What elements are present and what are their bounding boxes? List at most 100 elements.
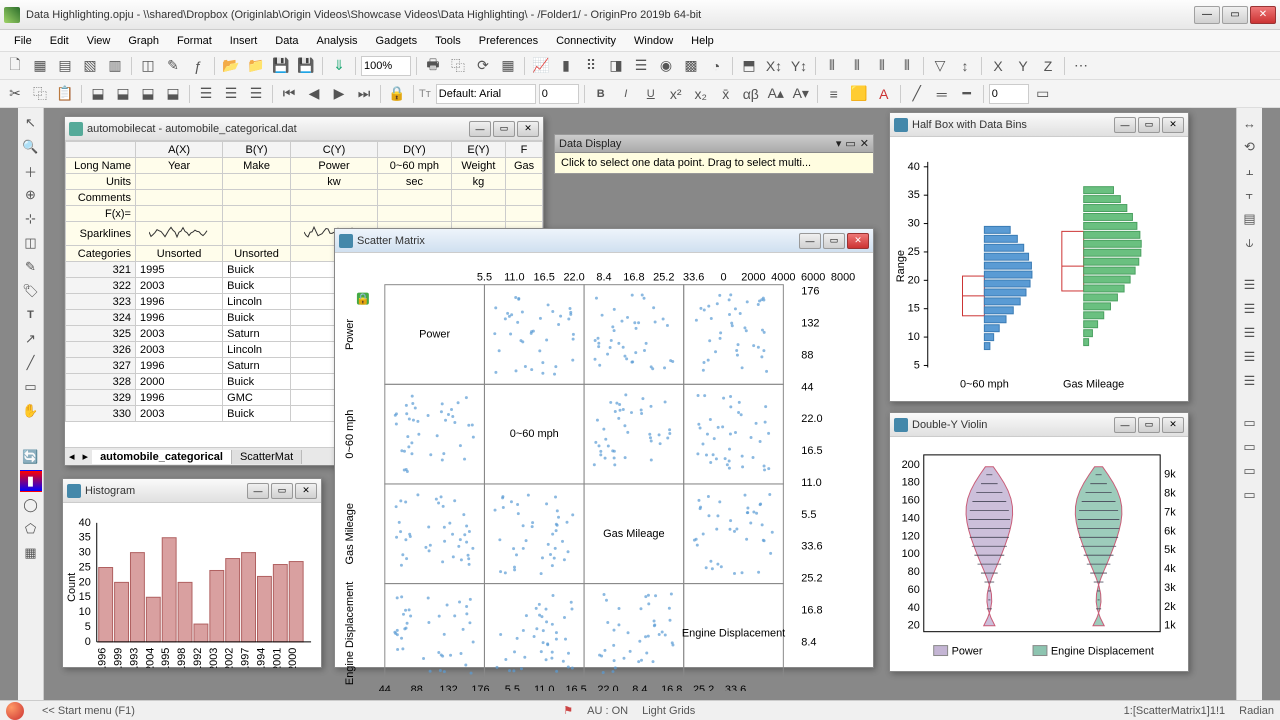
r-shape3-icon[interactable]: ▭ [1239, 460, 1261, 482]
rotate-icon[interactable]: 🔄 [20, 446, 42, 468]
new-workbook-icon[interactable]: ▦ [29, 55, 51, 77]
plot-bar-icon[interactable]: ▮ [555, 55, 577, 77]
zoom-tool-icon[interactable]: 🔍 [20, 136, 42, 158]
pan-tool-icon[interactable]: ✋ [20, 400, 42, 422]
stats3-icon[interactable]: ⫴ [871, 55, 893, 77]
new-matrix-icon[interactable]: ▤ [54, 55, 76, 77]
rect-tool-icon[interactable]: ▭ [20, 376, 42, 398]
import1-icon[interactable]: ⬓ [87, 83, 109, 105]
sm-max-button[interactable]: ▭ [823, 233, 845, 249]
subscript-icon[interactable]: x₂ [690, 83, 712, 105]
col-sety-icon[interactable]: Y↕ [788, 55, 810, 77]
new-graph-icon[interactable]: ▧ [79, 55, 101, 77]
violin-window[interactable]: Double-Y Violin — ▭ ✕ 204060801001201401… [889, 412, 1189, 672]
minimize-button[interactable]: — [1194, 6, 1220, 24]
new-project-icon[interactable]: 🗋 [4, 55, 26, 77]
italic-icon[interactable]: I [615, 83, 637, 105]
plot-scatter-icon[interactable]: ⠿ [580, 55, 602, 77]
tab-scroll-right-icon[interactable]: ▸ [79, 450, 93, 463]
font-size-select[interactable] [539, 84, 579, 104]
worksheet-titlebar[interactable]: automobilecat - automobile_categorical.d… [65, 117, 543, 141]
axis-z-icon[interactable]: Z [1037, 55, 1059, 77]
v-close-button[interactable]: ✕ [1162, 417, 1184, 433]
plot-3d-icon[interactable]: ◨ [605, 55, 627, 77]
r-group2-icon[interactable]: ☰ [1239, 298, 1261, 320]
menu-file[interactable]: File [6, 33, 40, 49]
menu-help[interactable]: Help [683, 33, 722, 49]
sort-icon[interactable]: ↕ [954, 55, 976, 77]
wks-tab-scatter[interactable]: ScatterMat [232, 450, 302, 464]
line-width-select[interactable] [989, 84, 1029, 104]
duplicate-icon[interactable]: ⿻ [447, 55, 469, 77]
plot-stat-icon[interactable]: ☰ [630, 55, 652, 77]
axis-x-icon[interactable]: X [987, 55, 1009, 77]
font-dec-icon[interactable]: A▾ [790, 83, 812, 105]
menu-edit[interactable]: Edit [42, 33, 77, 49]
scatter-matrix-chart[interactable]: 🔒Power0~60 mphGas MileageEngine Displace… [335, 253, 873, 691]
hb-max-button[interactable]: ▭ [1138, 117, 1160, 133]
new-excel-icon[interactable]: ◫ [137, 55, 159, 77]
grid-icon[interactable]: ▦ [497, 55, 519, 77]
stats4-icon[interactable]: ⫴ [896, 55, 918, 77]
plot-image-icon[interactable]: ▩ [680, 55, 702, 77]
plot-contour-icon[interactable]: ◉ [655, 55, 677, 77]
r-align-icon[interactable]: ⫠ [1239, 160, 1261, 182]
wks-close-button[interactable]: ✕ [517, 121, 539, 137]
region-mask-icon[interactable]: ◫ [20, 232, 42, 254]
circle-tool-icon[interactable]: ◯ [20, 494, 42, 516]
menu-connectivity[interactable]: Connectivity [548, 33, 624, 49]
col-add-icon[interactable]: ⬒ [738, 55, 760, 77]
r-shape4-icon[interactable]: ▭ [1239, 484, 1261, 506]
font-color-icon[interactable]: A [873, 83, 895, 105]
wks-min-button[interactable]: — [469, 121, 491, 137]
r-group4-icon[interactable]: ☰ [1239, 346, 1261, 368]
region-tool-icon[interactable]: ▦ [20, 542, 42, 564]
halfbox-window[interactable]: Half Box with Data Bins — ▭ ✕ 5101520253… [889, 112, 1189, 402]
strike-icon[interactable]: x̄ [715, 83, 737, 105]
stats-icon[interactable]: ⫴ [821, 55, 843, 77]
v-min-button[interactable]: — [1114, 417, 1136, 433]
dd-close-icon[interactable]: ✕ [860, 137, 869, 150]
menu-analysis[interactable]: Analysis [309, 33, 366, 49]
restore-button[interactable]: ▭ [1222, 6, 1248, 24]
menu-view[interactable]: View [79, 33, 119, 49]
wks-tab-main[interactable]: automobile_categorical [92, 450, 232, 464]
histogram-chart[interactable]: 0510152025303540199619991993200419951998… [63, 503, 321, 668]
hist-min-button[interactable]: — [247, 483, 269, 499]
stats2-icon[interactable]: ⫴ [846, 55, 868, 77]
greek-icon[interactable]: αβ [740, 83, 762, 105]
dd-dropdown-icon[interactable]: ▾ [836, 137, 842, 150]
r-group3-icon[interactable]: ☰ [1239, 322, 1261, 344]
nav-first-icon[interactable]: ⏮ [278, 83, 300, 105]
hist-close-button[interactable]: ✕ [295, 483, 317, 499]
save-template-icon[interactable]: 💾 [295, 55, 317, 77]
batch3-icon[interactable]: ☰ [245, 83, 267, 105]
violin-chart[interactable]: 204060801001201401601802001k2k3k4k5k6k7k… [890, 437, 1188, 671]
cut-icon[interactable]: ✂ [4, 83, 26, 105]
reader-tool-icon[interactable]: ＋ [20, 160, 42, 182]
lock-icon[interactable]: 🔒 [386, 83, 408, 105]
menu-tools[interactable]: Tools [427, 33, 469, 49]
hb-min-button[interactable]: — [1114, 117, 1136, 133]
data-display-window[interactable]: Data Display ▾ ▭ ✕ Click to select one d… [554, 134, 874, 174]
tab-scroll-left-icon[interactable]: ◂ [65, 450, 79, 463]
plot-pie-icon[interactable]: ◔ [705, 55, 727, 77]
annotation-icon[interactable]: 🏷 [20, 280, 42, 302]
align-icon[interactable]: ≡ [823, 83, 845, 105]
menu-gadgets[interactable]: Gadgets [368, 33, 426, 49]
copy-icon[interactable]: ⿻ [29, 83, 51, 105]
open-template-icon[interactable]: 📁 [245, 55, 267, 77]
paste-icon[interactable]: 📋 [54, 83, 76, 105]
refresh-icon[interactable]: ⟳ [472, 55, 494, 77]
fill-color-icon[interactable]: 🟨 [848, 83, 870, 105]
superscript-icon[interactable]: x² [665, 83, 687, 105]
dd-max-icon[interactable]: ▭ [845, 137, 855, 150]
halfbox-titlebar[interactable]: Half Box with Data Bins — ▭ ✕ [890, 113, 1188, 137]
import3-icon[interactable]: ⬓ [137, 83, 159, 105]
pointer-icon[interactable]: ↖ [20, 112, 42, 134]
nav-next-icon[interactable]: ▶ [328, 83, 350, 105]
menu-data[interactable]: Data [267, 33, 306, 49]
filter-icon[interactable]: ▽ [929, 55, 951, 77]
hist-max-button[interactable]: ▭ [271, 483, 293, 499]
batch2-icon[interactable]: ☰ [220, 83, 242, 105]
